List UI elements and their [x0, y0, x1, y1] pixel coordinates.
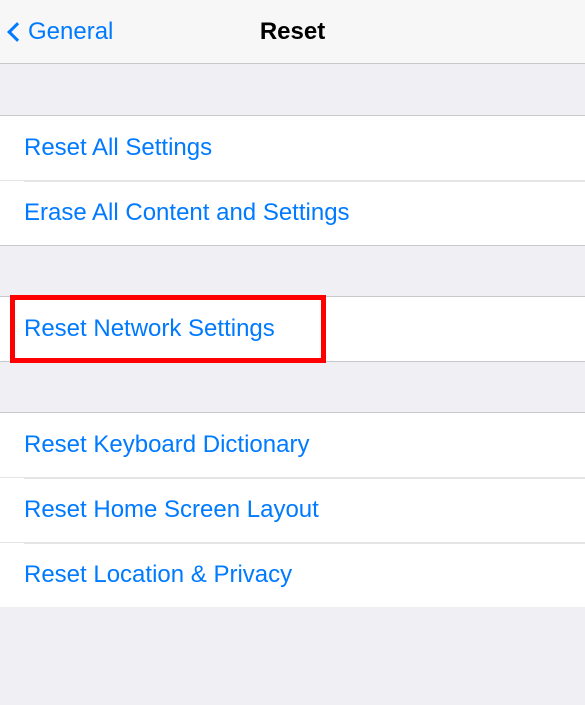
nav-header: General Reset [0, 0, 585, 64]
reset-location-privacy-item[interactable]: Reset Location & Privacy [0, 542, 585, 607]
divider [24, 543, 585, 544]
list-item-label: Reset Home Screen Layout [24, 496, 319, 523]
list-item-label: Erase All Content and Settings [24, 199, 350, 226]
list-item-label: Reset Keyboard Dictionary [24, 431, 309, 458]
reset-home-screen-layout-item[interactable]: Reset Home Screen Layout [0, 477, 585, 542]
chevron-left-icon [7, 22, 27, 42]
page-title: Reset [260, 18, 325, 46]
erase-all-content-item[interactable]: Erase All Content and Settings [0, 180, 585, 245]
list-item-label: Reset Location & Privacy [24, 561, 292, 588]
settings-group-3: Reset Keyboard Dictionary Reset Home Scr… [0, 413, 585, 607]
section-gap [0, 245, 585, 297]
divider [24, 478, 585, 479]
list-item-label: Reset Network Settings [24, 315, 275, 342]
list-item-label: Reset All Settings [24, 134, 212, 161]
back-button[interactable]: General [0, 18, 113, 46]
settings-group-1: Reset All Settings Erase All Content and… [0, 116, 585, 245]
reset-keyboard-dictionary-item[interactable]: Reset Keyboard Dictionary [0, 413, 585, 477]
section-gap [0, 64, 585, 116]
settings-group-2: Reset Network Settings [0, 297, 585, 361]
reset-all-settings-item[interactable]: Reset All Settings [0, 116, 585, 180]
reset-network-settings-item[interactable]: Reset Network Settings [0, 297, 585, 361]
divider [24, 181, 585, 182]
settings-group-2-wrap: Reset Network Settings [0, 297, 585, 361]
back-label: General [28, 18, 113, 46]
section-gap [0, 361, 585, 413]
